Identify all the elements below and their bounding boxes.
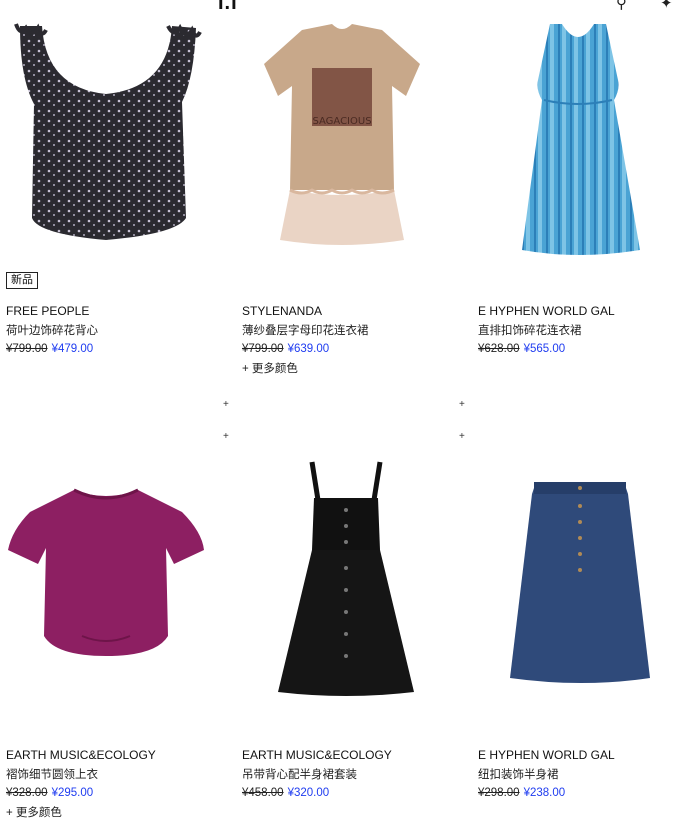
sale-price: ¥320.00 (287, 787, 330, 799)
product-grid: 新品 FREE PEOPLE 荷叶边饰碎花背心 ¥799.00 ¥479.00 S… (0, 0, 674, 824)
product-price: ¥298.00 ¥238.00 (478, 787, 565, 799)
product-name[interactable]: 褶饰细节圆领上衣 (6, 766, 98, 782)
product-image-beige-tee-dress-with-tulle[interactable]: SAGACIOUS (242, 20, 470, 250)
product-brand[interactable]: E HYPHEN WORLD GAL (478, 748, 615, 762)
more-colors-link[interactable]: + 更多颜色 (242, 360, 298, 376)
product-price: ¥799.00 ¥479.00 (6, 343, 93, 355)
original-price: ¥328.00 (6, 787, 48, 799)
original-price: ¥298.00 (478, 787, 520, 799)
product-image-black-floral-tank-top[interactable] (6, 18, 234, 248)
more-colors-link[interactable]: + 更多颜色 (6, 804, 62, 820)
product-image-magenta-blouse[interactable] (6, 486, 234, 676)
product-name[interactable]: 纽扣装饰半身裙 (478, 766, 559, 782)
original-price: ¥458.00 (242, 787, 284, 799)
divider-mark: + (459, 431, 465, 442)
sale-price: ¥238.00 (523, 787, 566, 799)
product-price: ¥628.00 ¥565.00 (478, 343, 565, 355)
original-price: ¥628.00 (478, 343, 520, 355)
new-badge: 新品 (6, 272, 38, 289)
product-price: ¥328.00 ¥295.00 (6, 787, 93, 799)
product-brand[interactable]: STYLENANDA (242, 304, 322, 318)
sale-price: ¥565.00 (523, 343, 566, 355)
divider-mark: + (223, 431, 229, 442)
product-brand[interactable]: EARTH MUSIC&ECOLOGY (6, 748, 156, 762)
product-image-blue-striped-floral-dress[interactable] (478, 20, 674, 260)
divider-mark: + (223, 399, 229, 410)
product-name[interactable]: 薄纱叠层字母印花连衣裙 (242, 322, 369, 338)
product-brand[interactable]: E HYPHEN WORLD GAL (478, 304, 615, 318)
svg-text:SAGACIOUS: SAGACIOUS (312, 116, 371, 127)
original-price: ¥799.00 (242, 343, 284, 355)
original-price: ¥799.00 (6, 343, 48, 355)
product-name[interactable]: 直排扣饰碎花连衣裙 (478, 322, 582, 338)
product-name[interactable]: 吊带背心配半身裙套装 (242, 766, 357, 782)
sale-price: ¥479.00 (51, 343, 94, 355)
sale-price: ¥295.00 (51, 787, 94, 799)
product-image-denim-button-skirt[interactable] (478, 478, 674, 688)
product-brand[interactable]: FREE PEOPLE (6, 304, 89, 318)
sale-price: ¥639.00 (287, 343, 330, 355)
product-price: ¥799.00 ¥639.00 (242, 343, 329, 355)
product-brand[interactable]: EARTH MUSIC&ECOLOGY (242, 748, 392, 762)
product-price: ¥458.00 ¥320.00 (242, 787, 329, 799)
product-name[interactable]: 荷叶边饰碎花背心 (6, 322, 98, 338)
product-image-black-pinafore-dress[interactable] (242, 460, 470, 700)
divider-mark: + (459, 399, 465, 410)
